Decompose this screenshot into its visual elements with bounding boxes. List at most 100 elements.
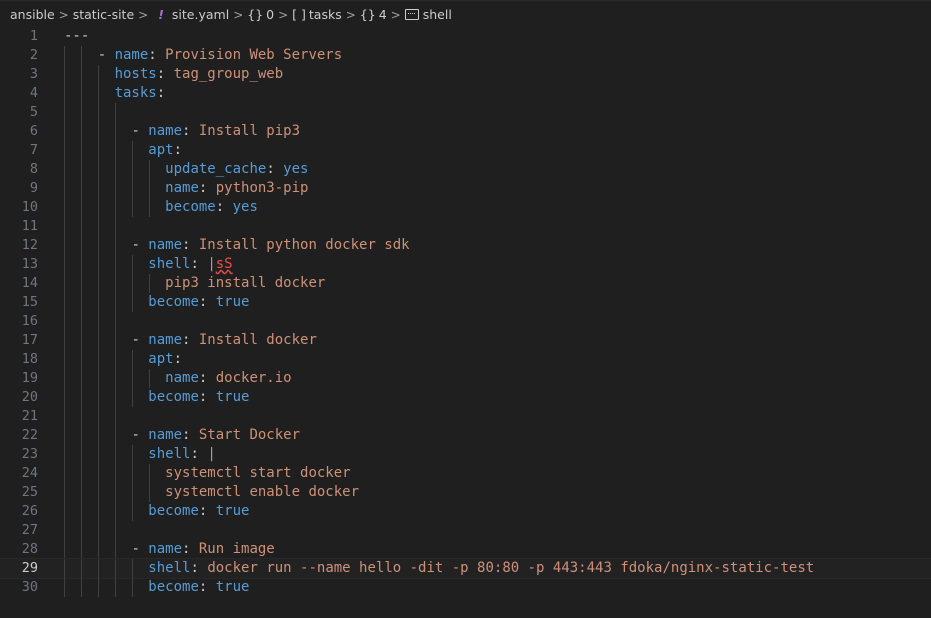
code-line[interactable]: 12 - name: Install python docker sdk — [0, 236, 931, 255]
object-icon: {} — [359, 7, 376, 22]
yaml-value: python3-pip — [215, 180, 309, 196]
code-line[interactable]: 18 apt: — [0, 350, 931, 369]
punctuation: : — [190, 446, 208, 462]
punctuation: : — [198, 503, 216, 519]
chevron-right-icon: > — [138, 7, 149, 22]
indent-guide — [115, 521, 116, 540]
punctuation: : — [148, 47, 166, 63]
breadcrumb-tasks[interactable]: tasks — [309, 7, 342, 22]
line-number: 15 — [21, 294, 38, 310]
line-number: 10 — [21, 199, 38, 215]
code-editor[interactable]: 1 --- 2 - name: Provision Web Servers 3 hos… — [0, 27, 931, 618]
line-number: 16 — [21, 313, 38, 329]
punctuation: - — [131, 427, 149, 443]
code-line[interactable]: 11 — [0, 217, 931, 236]
code-line[interactable]: 7 apt: — [0, 141, 931, 160]
punctuation: : — [182, 237, 199, 253]
code-text: apt: — [64, 141, 182, 160]
code-line[interactable]: 9 name: python3-pip — [0, 179, 931, 198]
yaml-key: true — [215, 294, 250, 310]
line-number: 20 — [21, 389, 38, 405]
code-line[interactable]: 27 — [0, 521, 931, 540]
yaml-value: Install python docker sdk — [198, 237, 410, 253]
chevron-right-icon: > — [345, 7, 356, 22]
indent-guide — [115, 217, 116, 236]
code-text: shell: | — [64, 445, 215, 464]
chevron-right-icon: > — [58, 7, 69, 22]
line-number: 13 — [21, 256, 38, 272]
code-line[interactable]: 25 systemctl enable docker — [0, 483, 931, 502]
breadcrumb-ansible[interactable]: ansible — [10, 7, 55, 22]
code-line[interactable]: 22 - name: Start Docker — [0, 426, 931, 445]
punctuation: : — [182, 123, 199, 139]
code-line[interactable]: 23 shell: | — [0, 445, 931, 464]
punctuation: : — [182, 427, 199, 443]
line-number: 12 — [21, 237, 38, 253]
code-line[interactable]: 21 — [0, 407, 931, 426]
code-text: - name: Provision Web Servers — [64, 46, 342, 65]
code-line[interactable]: 30 become: true — [0, 578, 931, 597]
yaml-key: update_cache — [165, 161, 267, 177]
indent-guide — [115, 103, 116, 122]
code-line[interactable]: 4 tasks: — [0, 84, 931, 103]
line-number: 23 — [21, 446, 38, 462]
code-line[interactable]: 17 - name: Install docker — [0, 331, 931, 350]
yaml-key: yes — [283, 161, 309, 177]
code-text: name: python3-pip — [64, 179, 308, 198]
yaml-value: pip3 install docker — [165, 275, 326, 291]
code-line[interactable]: 2 - name: Provision Web Servers — [0, 46, 931, 65]
code-line[interactable]: 14 pip3 install docker — [0, 274, 931, 293]
indent-guide — [98, 407, 99, 426]
code-line[interactable]: 19 name: docker.io — [0, 369, 931, 388]
indent-guide — [81, 217, 82, 236]
code-line[interactable]: 3 hosts: tag_group_web — [0, 65, 931, 84]
yaml-key: name — [148, 541, 183, 557]
yaml-key: true — [215, 503, 250, 519]
code-text: update_cache: yes — [64, 160, 308, 179]
breadcrumb-item-4[interactable]: 4 — [379, 7, 387, 22]
code-line[interactable]: 28 - name: Run image — [0, 540, 931, 559]
object-icon: {} — [247, 7, 264, 22]
breadcrumb-static-site[interactable]: static-site — [73, 7, 134, 22]
code-line[interactable]: 8 update_cache: yes — [0, 160, 931, 179]
line-number: 11 — [21, 218, 38, 234]
punctuation: : — [198, 180, 216, 196]
punctuation: - — [131, 237, 149, 253]
code-line[interactable]: 5 — [0, 103, 931, 122]
code-text: pip3 install docker — [64, 274, 325, 293]
code-line[interactable]: 1 --- — [0, 27, 931, 46]
code-line[interactable]: 24 systemctl start docker — [0, 464, 931, 483]
code-line[interactable]: 6 - name: Install pip3 — [0, 122, 931, 141]
yaml-value: Provision Web Servers — [165, 47, 343, 63]
line-number: 8 — [29, 161, 38, 177]
punctuation: --- — [64, 28, 90, 44]
code-line[interactable]: 10 become: yes — [0, 198, 931, 217]
line-number: 25 — [21, 484, 38, 500]
breadcrumb-item-0[interactable]: 0 — [266, 7, 274, 22]
punctuation: - — [131, 332, 149, 348]
code-text: become: true — [64, 293, 249, 312]
code-line[interactable]: 16 — [0, 312, 931, 331]
code-line[interactable]: 13 shell: |sS — [0, 255, 931, 274]
array-icon: [ ] — [292, 7, 306, 22]
yaml-value: docker.io — [215, 370, 292, 386]
line-number: 21 — [21, 408, 38, 424]
punctuation: : — [182, 541, 199, 557]
punctuation: : — [173, 351, 183, 367]
code-line[interactable]: 20 become: true — [0, 388, 931, 407]
code-line[interactable]: 29 shell: docker run --name hello -dit -… — [0, 558, 931, 579]
breadcrumb-file[interactable]: site.yaml — [172, 7, 229, 22]
indent-guide — [81, 407, 82, 426]
punctuation: : — [215, 199, 233, 215]
yaml-key: name — [165, 370, 199, 386]
breadcrumb-shell[interactable]: shell — [423, 7, 452, 22]
yaml-key: become — [148, 294, 199, 310]
yaml-key: name — [148, 332, 183, 348]
code-line[interactable]: 15 become: true — [0, 293, 931, 312]
punctuation: : — [266, 161, 284, 177]
yaml-value: systemctl start docker — [165, 465, 351, 481]
yaml-key: yes — [232, 199, 258, 215]
punctuation: : — [190, 256, 208, 272]
indent-guide — [98, 521, 99, 540]
code-line[interactable]: 26 become: true — [0, 502, 931, 521]
